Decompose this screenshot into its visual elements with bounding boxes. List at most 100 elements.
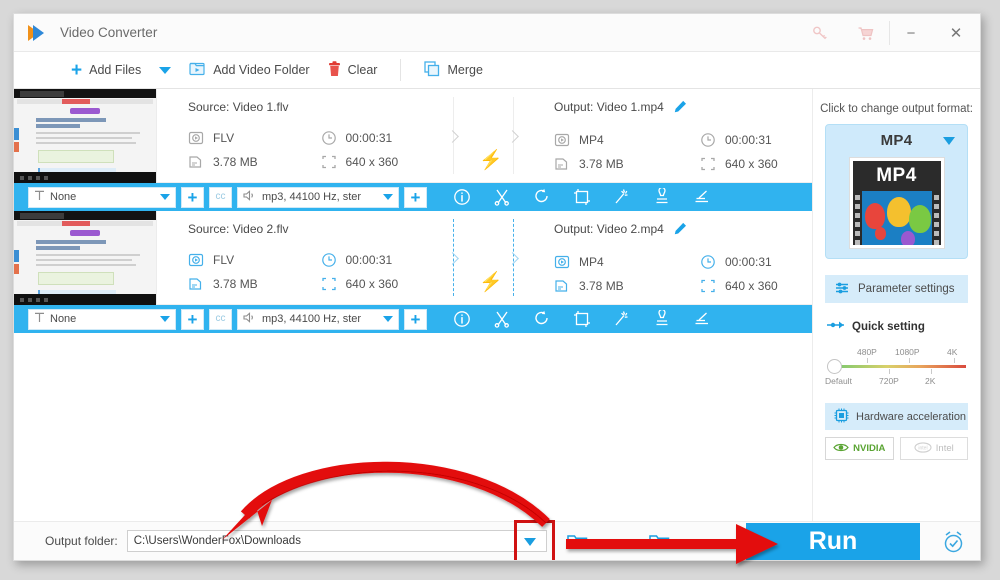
source-size: 3.78 MB bbox=[188, 272, 321, 296]
rotate-icon[interactable] bbox=[522, 305, 562, 333]
output-resolution-value: 640 x 360 bbox=[725, 279, 778, 293]
source-format-value: FLV bbox=[213, 253, 235, 267]
run-button[interactable]: Run bbox=[746, 523, 920, 560]
add-files-label: Add Files bbox=[89, 63, 142, 77]
source-file-label: Source: Video 2.flv bbox=[188, 222, 289, 236]
minimize-button[interactable]: − bbox=[890, 14, 932, 52]
main-toolbar: + Add Files Add Video Folder Clear Merge bbox=[14, 52, 980, 89]
slider-label-4k: 4K bbox=[947, 347, 958, 357]
row-edit-tools bbox=[442, 305, 722, 333]
nvidia-eye-icon bbox=[833, 442, 849, 456]
rename-pencil-icon[interactable] bbox=[674, 222, 687, 238]
video-thumbnail[interactable] bbox=[14, 89, 157, 183]
output-folder-value: C:\Users\WonderFox\Downloads bbox=[133, 535, 301, 547]
add-video-folder-label: Add Video Folder bbox=[213, 63, 310, 77]
chevron-down-icon[interactable] bbox=[943, 137, 955, 145]
audio-track-select[interactable]: mp3, 44100 Hz, ster bbox=[237, 186, 399, 208]
key-icon[interactable] bbox=[797, 14, 843, 52]
cart-icon[interactable] bbox=[843, 14, 889, 52]
subtitle-value: None bbox=[50, 313, 77, 325]
hardware-acceleration-label: Hardware acceleration bbox=[856, 410, 967, 423]
clear-button[interactable]: Clear bbox=[319, 52, 387, 89]
output-format: MP4 bbox=[554, 250, 700, 274]
close-button[interactable]: ✕ bbox=[932, 14, 980, 52]
file-size-icon bbox=[554, 156, 570, 172]
video-converter-window: Video Converter − ✕ + Add Files Add Vide… bbox=[13, 13, 981, 561]
output-size: 3.78 MB bbox=[554, 274, 700, 298]
hardware-acceleration-button[interactable]: Hardware acceleration bbox=[825, 403, 968, 430]
output-duration-value: 00:00:31 bbox=[725, 255, 772, 269]
add-subtitle-button[interactable]: + bbox=[181, 186, 204, 208]
output-file-label: Output: Video 2.mp4 bbox=[554, 222, 664, 237]
format-preview-image: MP4 bbox=[848, 157, 945, 249]
clear-label: Clear bbox=[347, 63, 378, 77]
open-folder-icon[interactable] bbox=[561, 533, 595, 550]
bottom-bar: Output folder: C:\Users\WonderFox\Downlo… bbox=[14, 520, 980, 560]
source-resolution: 640 x 360 bbox=[321, 150, 454, 174]
rotate-icon[interactable] bbox=[522, 183, 562, 211]
gpu-nvidia-toggle[interactable]: NVIDIA bbox=[825, 437, 894, 460]
source-info: Source: Video 2.flv FLV 3.78 MB 00:00:31… bbox=[157, 211, 453, 304]
output-format-card[interactable]: MP4 MP4 bbox=[825, 124, 968, 259]
subtitle-select[interactable]: None bbox=[28, 308, 176, 330]
subtitle-edit-icon[interactable] bbox=[682, 305, 722, 333]
chevron-down-icon bbox=[160, 194, 170, 200]
convert-indicator: ⚡ bbox=[446, 211, 523, 304]
parameter-settings-label: Parameter settings bbox=[858, 283, 955, 295]
source-duration-value: 00:00:31 bbox=[345, 131, 393, 145]
output-duration-value: 00:00:31 bbox=[725, 133, 772, 147]
effects-wand-icon[interactable] bbox=[602, 305, 642, 333]
video-format-icon bbox=[188, 252, 204, 268]
convert-indicator: ⚡ bbox=[446, 89, 523, 182]
closed-caption-button[interactable]: cc bbox=[209, 186, 232, 208]
slider-label-480p: 480P bbox=[857, 347, 877, 357]
slider-handle[interactable] bbox=[827, 359, 842, 374]
closed-caption-button[interactable]: cc bbox=[209, 308, 232, 330]
alarm-clock-icon[interactable] bbox=[941, 530, 966, 559]
quality-slider[interactable]: 480P 1080P 4K Default 720P 2K bbox=[825, 345, 966, 391]
audio-track-value: mp3, 44100 Hz, ster bbox=[262, 191, 362, 203]
add-files-dropdown[interactable] bbox=[150, 52, 180, 89]
crop-icon[interactable] bbox=[562, 183, 602, 211]
browse-folder-icon[interactable] bbox=[643, 533, 677, 550]
output-size-value: 3.78 MB bbox=[579, 279, 624, 293]
cut-icon[interactable] bbox=[482, 305, 522, 333]
plus-icon: + bbox=[71, 59, 83, 81]
source-format: FLV bbox=[188, 126, 321, 150]
add-subtitle-button[interactable]: + bbox=[181, 308, 204, 330]
watermark-stamp-icon[interactable] bbox=[642, 305, 682, 333]
parameter-settings-button[interactable]: Parameter settings bbox=[825, 275, 968, 303]
add-files-button[interactable]: + Add Files bbox=[62, 52, 150, 89]
add-audio-button[interactable]: + bbox=[404, 308, 427, 330]
output-file-label: Output: Video 1.mp4 bbox=[554, 100, 664, 115]
subtitle-edit-icon[interactable] bbox=[682, 183, 722, 211]
merge-button[interactable]: Merge bbox=[415, 52, 491, 89]
chevron-down-icon bbox=[159, 66, 172, 74]
svg-text:intel: intel bbox=[918, 445, 927, 451]
gpu-intel-toggle[interactable]: intel Intel bbox=[899, 437, 968, 460]
clock-icon bbox=[700, 254, 716, 270]
gpu-nvidia-label: NVIDIA bbox=[853, 443, 886, 454]
output-folder-input[interactable]: C:\Users\WonderFox\Downloads bbox=[126, 520, 555, 560]
clock-icon bbox=[321, 252, 337, 268]
cut-icon[interactable] bbox=[482, 183, 522, 211]
slider-label-default: Default bbox=[825, 376, 852, 386]
quick-setting-icon bbox=[827, 320, 845, 333]
slider-track bbox=[835, 365, 966, 368]
info-icon[interactable] bbox=[442, 183, 482, 211]
watermark-stamp-icon[interactable] bbox=[642, 183, 682, 211]
audio-track-select[interactable]: mp3, 44100 Hz, ster bbox=[237, 308, 399, 330]
add-audio-button[interactable]: + bbox=[404, 186, 427, 208]
video-thumbnail[interactable] bbox=[14, 211, 157, 305]
subtitle-select[interactable]: None bbox=[28, 186, 176, 208]
add-video-folder-button[interactable]: Add Video Folder bbox=[180, 52, 318, 89]
chevron-down-icon bbox=[160, 316, 170, 322]
source-size: 3.78 MB bbox=[188, 150, 321, 174]
rename-pencil-icon[interactable] bbox=[674, 100, 687, 116]
effects-wand-icon[interactable] bbox=[602, 183, 642, 211]
crop-icon[interactable] bbox=[562, 305, 602, 333]
speaker-icon bbox=[243, 190, 257, 204]
info-icon[interactable] bbox=[442, 305, 482, 333]
source-duration-value: 00:00:31 bbox=[345, 253, 393, 267]
output-format-value: MP4 bbox=[579, 133, 604, 147]
